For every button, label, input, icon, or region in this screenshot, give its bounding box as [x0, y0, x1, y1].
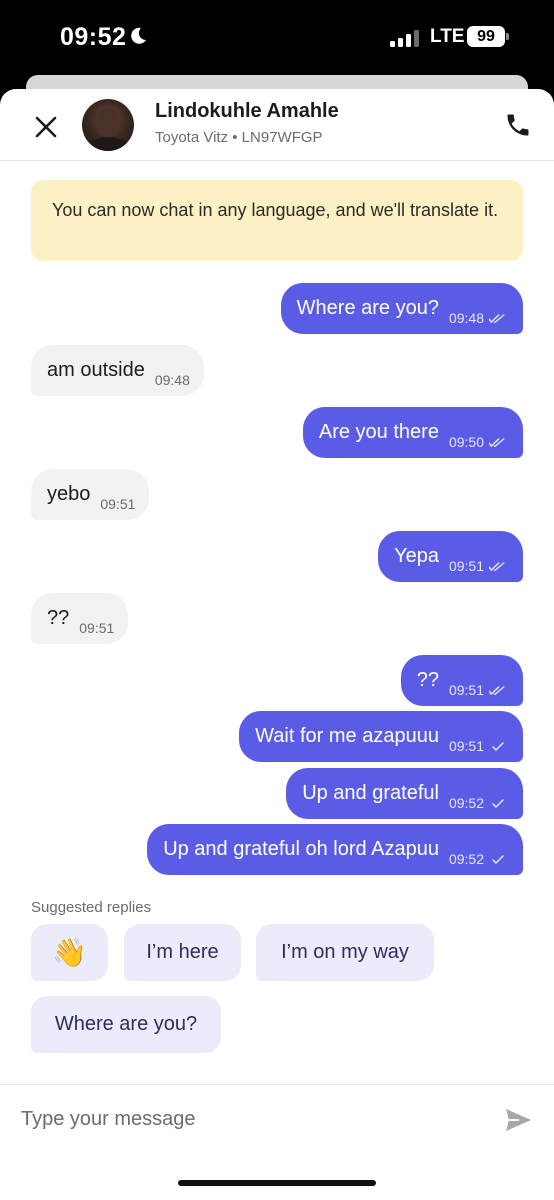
message-text: yebo — [47, 483, 91, 505]
message-outgoing: Yepa 09:51 — [378, 531, 523, 582]
message-text: ?? — [416, 669, 439, 691]
chat-sheet: Lindokuhle Amahle Toyota Vitz • LN97WFGP… — [0, 89, 554, 1200]
avatar[interactable] — [82, 99, 134, 151]
message-text: ?? — [47, 607, 70, 629]
message-time: 09:51 — [448, 682, 484, 698]
message-text: Wait for me azapuuu — [255, 725, 439, 747]
double-check-icon — [489, 313, 505, 323]
battery-level: 99 — [467, 26, 505, 47]
message-outgoing: Where are you? 09:48 — [280, 283, 523, 334]
message-outgoing: Up and grateful 09:52 — [286, 768, 523, 819]
message-time: 09:52 — [448, 851, 484, 867]
send-icon[interactable] — [503, 1105, 533, 1135]
message-time: 09:48 — [448, 310, 484, 326]
translation-banner: You can now chat in any language, and we… — [31, 180, 523, 261]
phone-icon[interactable] — [504, 111, 532, 139]
battery-tip — [506, 33, 509, 40]
double-check-icon — [489, 437, 505, 447]
chat-header: Lindokuhle Amahle Toyota Vitz • LN97WFGP — [0, 89, 554, 161]
message-time: 09:51 — [448, 558, 484, 574]
message-outgoing: Up and grateful oh lord Azapuu 09:52 — [147, 824, 523, 875]
avatar-shoulders — [86, 137, 130, 151]
check-icon — [492, 798, 504, 808]
message-incoming: yebo 09:51 — [31, 469, 150, 520]
message-time: 09:50 — [448, 434, 484, 450]
status-bar: 09:52 LTE 99 — [0, 0, 554, 76]
driver-name: Lindokuhle Amahle — [155, 100, 339, 122]
moon-icon — [131, 27, 146, 44]
message-incoming: ?? 09:51 — [31, 593, 129, 644]
avatar-face — [96, 108, 120, 138]
suggested-replies-label: Suggested replies — [31, 899, 152, 916]
message-text: Up and grateful — [302, 782, 439, 804]
double-check-icon — [489, 685, 505, 695]
status-time: 09:52 — [60, 23, 127, 51]
message-time: 09:51 — [100, 496, 136, 512]
message-time: 09:52 — [448, 795, 484, 811]
message-outgoing: Are you there 09:50 — [302, 407, 523, 458]
message-composer — [0, 1084, 554, 1200]
check-icon — [492, 741, 504, 751]
message-input[interactable] — [21, 1101, 481, 1137]
home-indicator — [178, 1180, 376, 1186]
close-icon[interactable] — [30, 111, 62, 143]
message-text: Are you there — [318, 421, 439, 443]
message-text: Up and grateful oh lord Azapuu — [163, 838, 439, 860]
network-label: LTE — [430, 26, 465, 47]
signal-icon — [390, 30, 419, 47]
message-text: am outside — [47, 359, 145, 381]
message-outgoing: ?? 09:51 — [400, 655, 523, 706]
double-check-icon — [489, 561, 505, 571]
message-time: 09:48 — [154, 372, 190, 388]
message-time: 09:51 — [448, 738, 484, 754]
message-text: Yepa — [394, 545, 439, 567]
check-icon — [492, 854, 504, 864]
suggested-reply-im-here[interactable]: I’m here — [124, 924, 241, 981]
suggested-reply-on-my-way[interactable]: I’m on my way — [256, 924, 434, 981]
vehicle-info: Toyota Vitz • LN97WFGP — [155, 129, 323, 146]
message-text: Where are you? — [296, 297, 439, 319]
message-incoming: am outside 09:48 — [31, 345, 204, 396]
suggested-reply-where-are-you[interactable]: Where are you? — [31, 996, 221, 1053]
suggested-reply-wave[interactable]: 👋 — [31, 924, 108, 981]
message-outgoing: Wait for me azapuuu 09:51 — [239, 711, 523, 762]
message-time: 09:51 — [79, 620, 115, 636]
